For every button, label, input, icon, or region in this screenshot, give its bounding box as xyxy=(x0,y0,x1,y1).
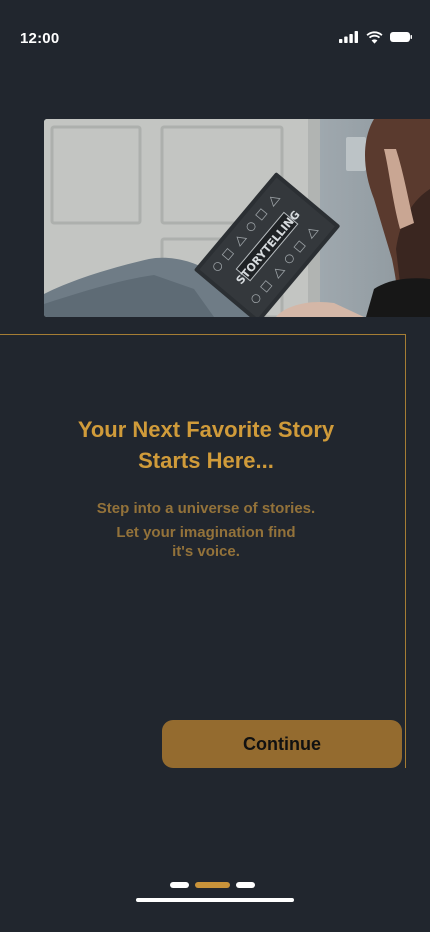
status-time: 12:00 xyxy=(20,30,60,47)
subtext: Step into a universe of stories. Let you… xyxy=(0,499,412,561)
status-bar: 12:00 xyxy=(0,0,430,70)
wifi-icon xyxy=(366,30,383,44)
page-dot-1[interactable] xyxy=(170,882,189,888)
headline: Your Next Favorite Story Starts Here... xyxy=(0,414,412,476)
subtext-line-1: Step into a universe of stories. xyxy=(96,500,316,517)
cellular-signal-icon xyxy=(339,31,359,43)
page-indicator xyxy=(170,882,255,888)
subtext-line-2: Let your imagination find xyxy=(116,524,296,541)
page-dot-2-active[interactable] xyxy=(195,882,230,888)
headline-line-1: Your Next Favorite Story xyxy=(77,417,335,442)
battery-icon xyxy=(390,31,412,43)
continue-button[interactable]: Continue xyxy=(162,720,402,768)
status-icons xyxy=(339,29,412,45)
subtext-line-3: it's voice. xyxy=(172,543,240,560)
headline-line-2: Starts Here... xyxy=(138,448,274,473)
hero-image: STORYTELLING xyxy=(44,119,430,317)
home-indicator[interactable] xyxy=(136,898,294,902)
page-dot-3[interactable] xyxy=(236,882,255,888)
